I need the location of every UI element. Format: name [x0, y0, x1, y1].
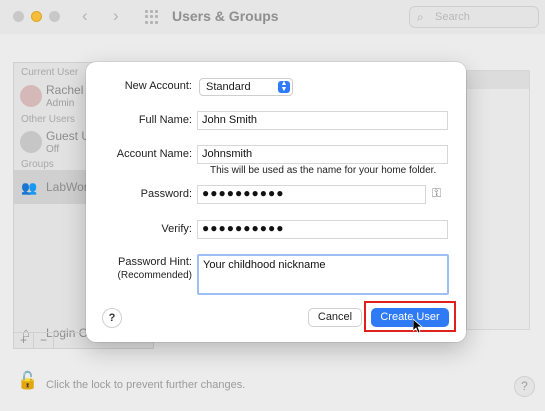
- account-name-help: This will be used as the name for your h…: [210, 165, 437, 176]
- lock-icon[interactable]: 🔓: [17, 371, 38, 391]
- groups-section-label: Groups: [21, 159, 54, 170]
- guest-avatar: [20, 131, 42, 153]
- close-window-button[interactable]: [13, 11, 24, 22]
- search-field[interactable]: ⌕ Search: [409, 6, 539, 28]
- verify-field[interactable]: ●●●●●●●●●●: [197, 220, 448, 239]
- remove-user-button[interactable]: −: [34, 333, 54, 348]
- full-name-value: John Smith: [202, 114, 258, 126]
- back-arrow-icon[interactable]: ‹: [82, 6, 88, 26]
- show-all-grid-icon[interactable]: [145, 10, 159, 24]
- current-user-section-label: Current User: [21, 67, 79, 78]
- full-name-field[interactable]: John Smith: [197, 111, 448, 130]
- other-users-section-label: Other Users: [21, 114, 75, 125]
- password-label: Password:: [140, 188, 192, 200]
- password-value: ●●●●●●●●●●: [202, 186, 285, 200]
- cancel-button[interactable]: Cancel: [308, 308, 362, 327]
- search-icon: ⌕: [417, 10, 424, 24]
- password-field[interactable]: ●●●●●●●●●●: [197, 185, 426, 204]
- password-hint-label: Password Hint:: [118, 256, 192, 268]
- password-hint-field[interactable]: Your childhood nickname: [197, 254, 449, 295]
- help-button[interactable]: ?: [514, 376, 535, 397]
- password-hint-value: Your childhood nickname: [203, 259, 326, 271]
- lock-status-text: Click the lock to prevent further change…: [46, 379, 246, 391]
- minimize-window-button[interactable]: [31, 11, 42, 22]
- new-user-dialog: New Account: Standard ▲ ▼ Full Name: John…: [86, 62, 466, 342]
- account-name-field[interactable]: Johnsmith: [197, 145, 448, 164]
- titlebar: ‹ › Users & Groups ⌕ Search: [0, 0, 545, 34]
- group-icon: 👥: [21, 180, 38, 195]
- account-name-label: Account Name:: [116, 148, 192, 160]
- forward-arrow-icon[interactable]: ›: [113, 6, 119, 26]
- mouse-pointer-icon: [413, 319, 423, 333]
- window-title: Users & Groups: [172, 8, 279, 24]
- full-name-label: Full Name:: [138, 114, 192, 126]
- key-icon[interactable]: ⚿: [432, 186, 441, 201]
- password-hint-sublabel: (Recommended): [117, 270, 192, 281]
- account-name-value: Johnsmith: [202, 148, 253, 160]
- search-placeholder: Search: [435, 11, 470, 23]
- guest-user-status: Off: [46, 144, 60, 155]
- new-account-label: New Account:: [124, 80, 192, 92]
- add-user-button[interactable]: +: [14, 333, 34, 348]
- chevron-updown-icon: ▲ ▼: [278, 80, 290, 93]
- dialog-help-button[interactable]: ?: [102, 308, 122, 328]
- verify-value: ●●●●●●●●●●: [202, 221, 285, 235]
- account-type-popup[interactable]: Standard ▲ ▼: [199, 78, 293, 96]
- zoom-window-button[interactable]: [49, 11, 60, 22]
- user-details-panel: [466, 70, 530, 330]
- current-user-role: Admin: [46, 98, 75, 109]
- create-user-button[interactable]: Create User: [371, 308, 449, 327]
- user-avatar: [20, 85, 42, 107]
- details-panel-header: [467, 71, 529, 89]
- account-type-value: Standard: [206, 81, 251, 93]
- verify-label: Verify:: [161, 223, 192, 235]
- guest-user-name: Guest U: [46, 129, 91, 143]
